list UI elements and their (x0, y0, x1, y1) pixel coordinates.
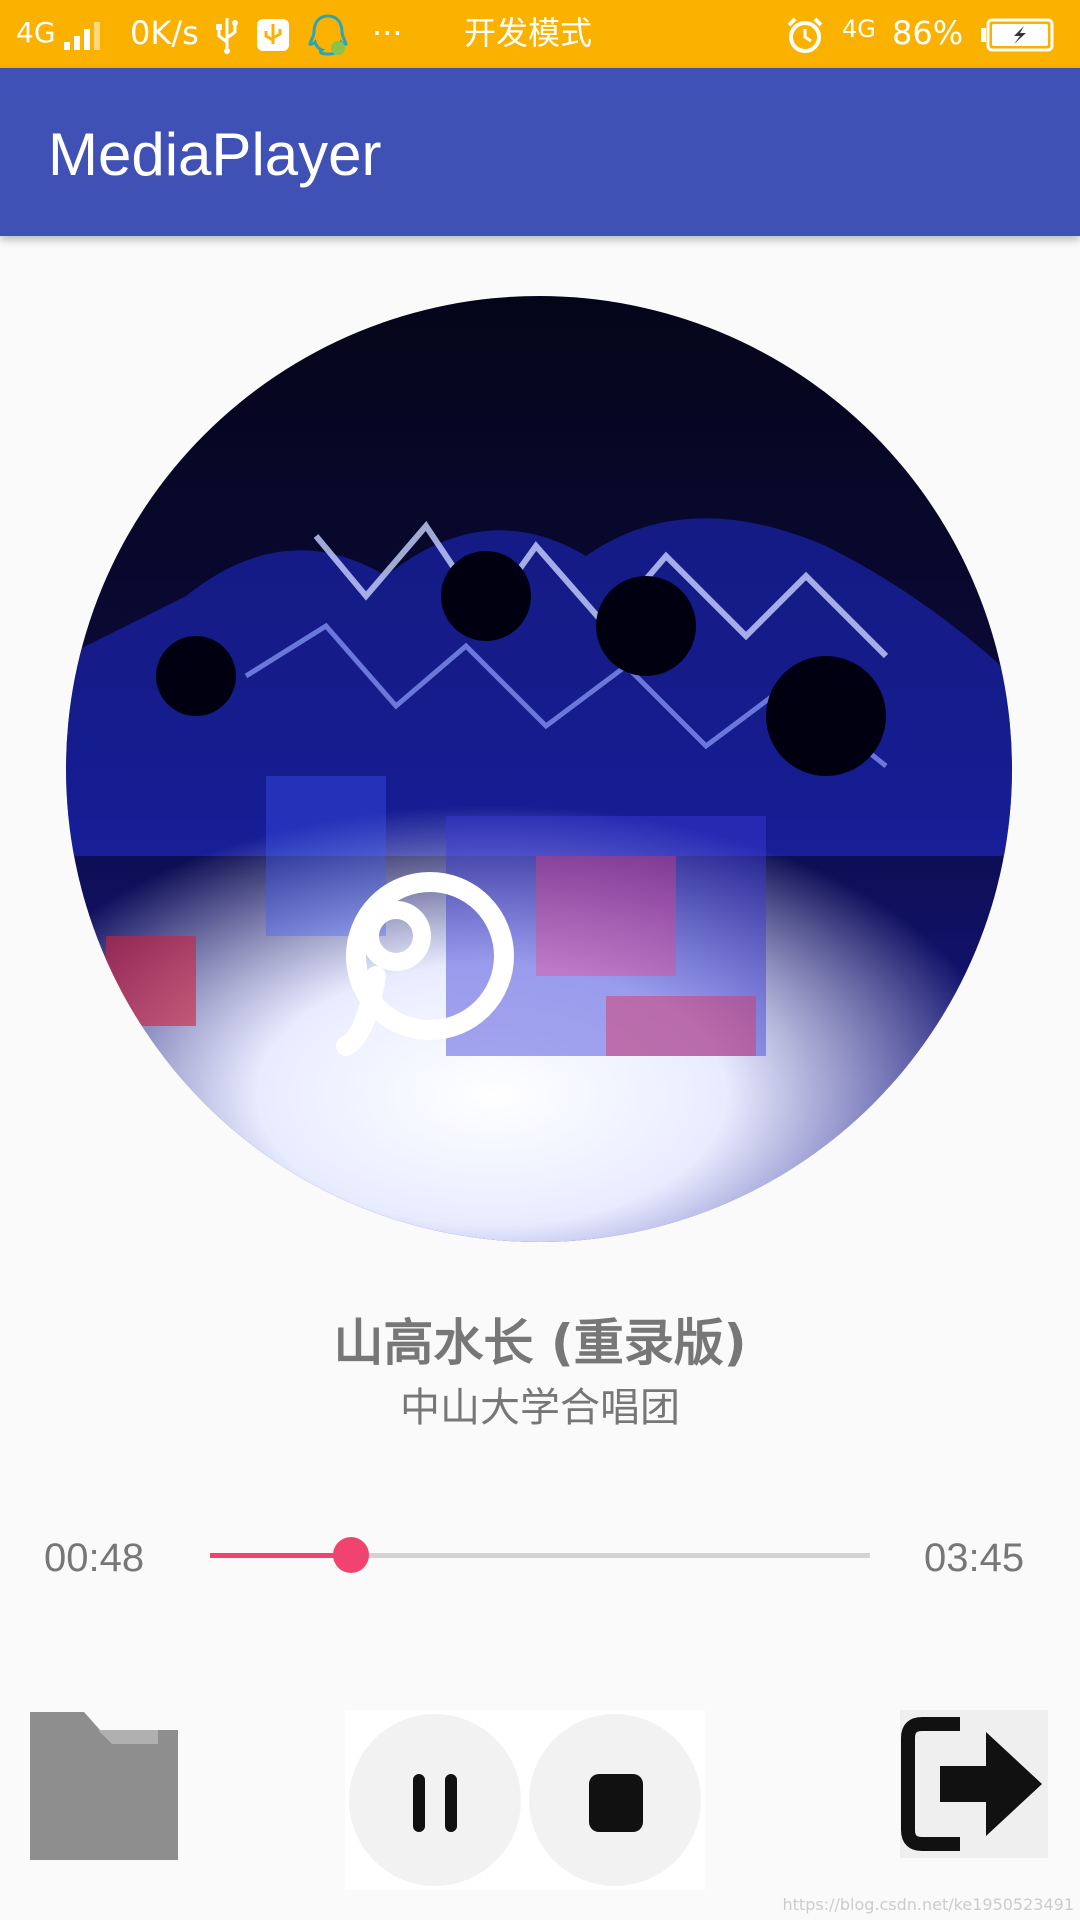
signal-icon (64, 22, 100, 50)
usb-debug-icon (257, 19, 289, 51)
elapsed-time: 00:48 (44, 1536, 145, 1580)
watermark: https://blog.csdn.net/ke1950523491 (782, 1895, 1074, 1914)
qq-icon (308, 14, 348, 56)
pause-button[interactable] (349, 1714, 521, 1886)
pause-icon (413, 1774, 457, 1832)
network-speed: 0K/s (130, 14, 199, 52)
stop-button[interactable] (529, 1714, 701, 1886)
seek-bar[interactable] (210, 1537, 870, 1573)
open-folder-button[interactable] (28, 1710, 180, 1862)
status-bar: 4G 0K/s ··· 开发模式 4G 86% (0, 0, 1080, 68)
seek-thumb[interactable] (332, 1537, 369, 1573)
network-type-right: 4G (842, 15, 876, 43)
more-notifications: ··· (372, 14, 403, 52)
developer-mode-label: 开发模式 (464, 14, 593, 52)
song-title: 山高水长 (重录版) (333, 1314, 747, 1372)
folder-icon (30, 1712, 178, 1860)
usb-icon (216, 18, 238, 54)
alarm-icon (787, 17, 823, 53)
exit-icon (901, 1717, 1042, 1851)
album-art-image (66, 296, 1012, 1242)
battery-percent: 86% (892, 14, 964, 52)
total-time: 03:45 (924, 1536, 1025, 1580)
battery-charging-icon (981, 18, 1054, 52)
app-bar: MediaPlayer (0, 68, 1080, 236)
album-art (66, 296, 1012, 1242)
seek-progress (210, 1553, 351, 1558)
stop-icon (589, 1774, 643, 1832)
app-title: MediaPlayer (48, 121, 382, 188)
song-artist: 中山大学合唱团 (400, 1385, 680, 1431)
network-type: 4G (16, 16, 56, 49)
exit-button[interactable] (900, 1710, 1048, 1858)
playback-controls (345, 1710, 705, 1890)
